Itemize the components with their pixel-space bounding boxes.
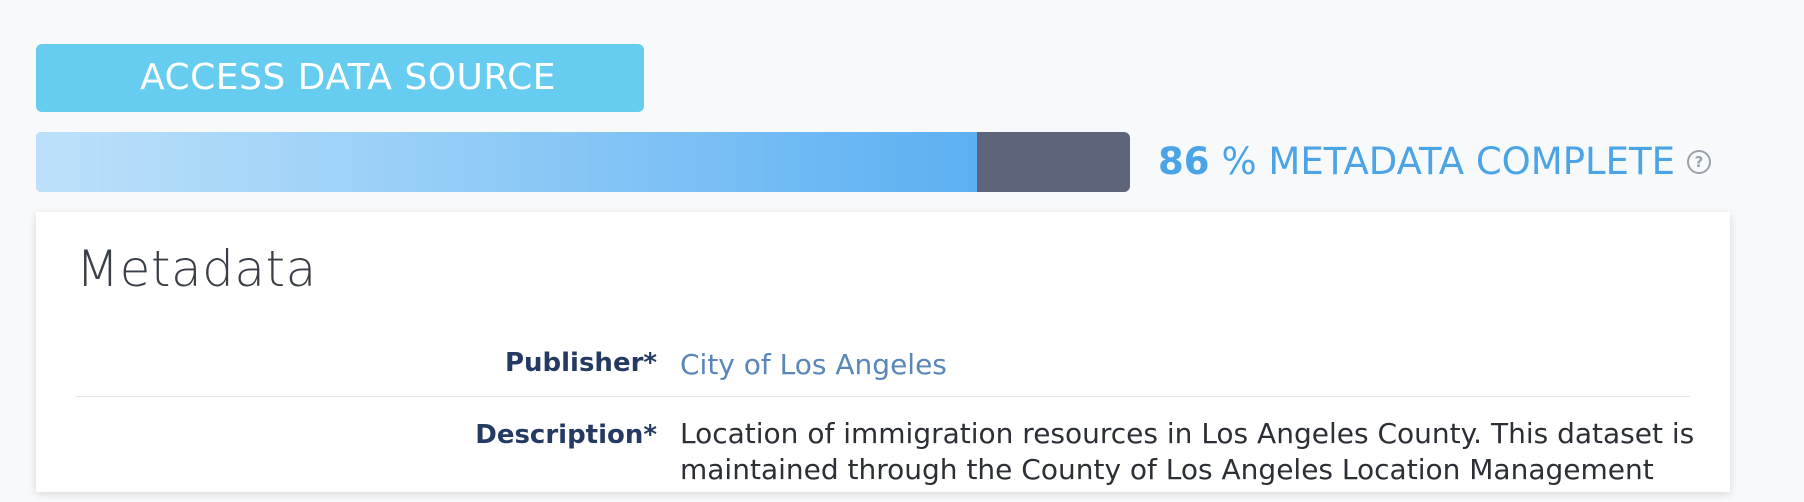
metadata-row-publisher: Publisher* City of Los Angeles bbox=[76, 330, 1690, 397]
question-circle-icon[interactable]: ? bbox=[1687, 150, 1712, 174]
description-line-2: maintained through the County of Los Ang… bbox=[680, 453, 1654, 486]
metadata-progress-bar bbox=[36, 132, 1130, 192]
metadata-card-title: Metadata bbox=[76, 240, 317, 298]
metadata-complete-label: % METADATA COMPLETE bbox=[1221, 140, 1676, 183]
publisher-link[interactable]: City of Los Angeles bbox=[680, 348, 947, 381]
publisher-label: Publisher* bbox=[504, 348, 657, 378]
metadata-card: Metadata Publisher* City of Los Angeles … bbox=[36, 212, 1730, 492]
metadata-row-description: Description* Location of immigration res… bbox=[76, 402, 1694, 502]
access-data-source-button[interactable]: ACCESS DATA SOURCE bbox=[36, 44, 644, 112]
metadata-complete-text: 86 % METADATA COMPLETE ? bbox=[1158, 132, 1712, 192]
description-value: Location of immigration resources in Los… bbox=[680, 416, 1694, 488]
description-line-1: Location of immigration resources in Los… bbox=[680, 417, 1695, 450]
description-label: Description* bbox=[475, 420, 657, 450]
metadata-progress-fill bbox=[36, 132, 977, 192]
metadata-percent: 86 bbox=[1158, 140, 1210, 183]
